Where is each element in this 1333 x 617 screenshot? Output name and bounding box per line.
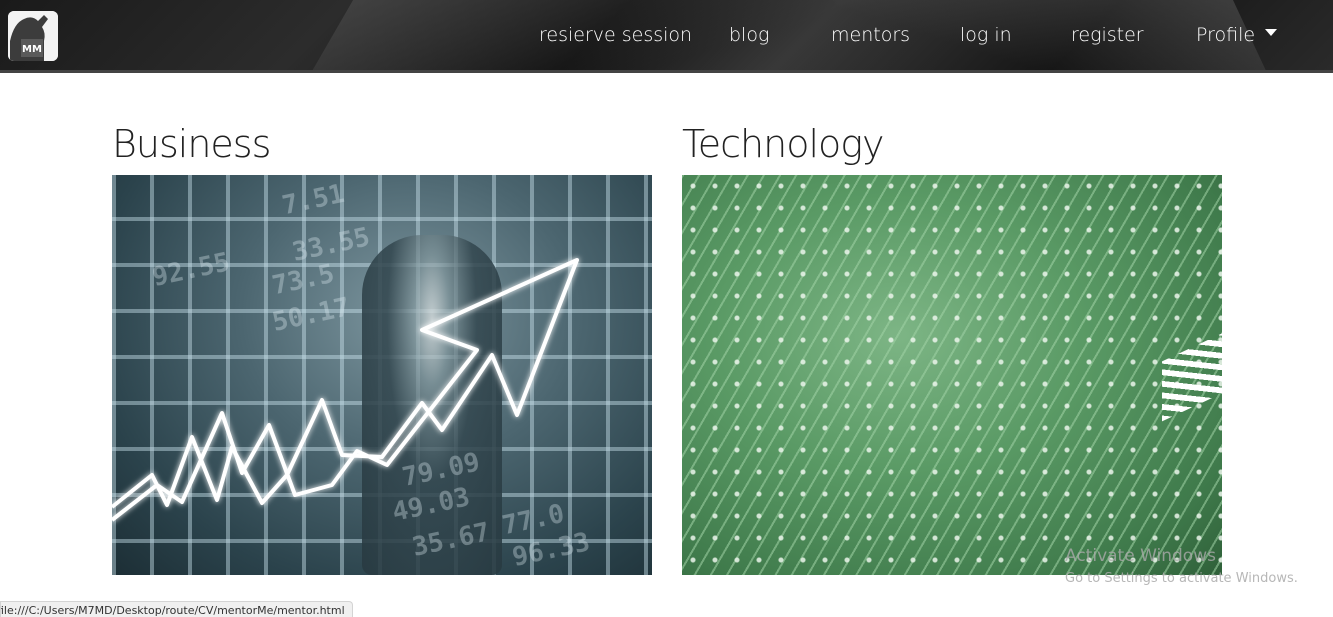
browser-status-bar: file:///C:/Users/M7MD/Desktop/route/CV/m… — [0, 601, 353, 617]
card-title-technology: Technology — [682, 122, 885, 166]
caret-down-icon — [1265, 29, 1278, 36]
nav-reserve-session[interactable]: resierve session — [539, 24, 692, 46]
brand-logo[interactable]: MM — [8, 11, 58, 61]
mentor-logo-icon: MM — [8, 11, 58, 61]
nav-register[interactable]: register — [1071, 24, 1144, 46]
business-image[interactable]: 7.51 33.55 92.55 73.5 50.17 79.09 49.03 … — [112, 175, 652, 575]
technology-image[interactable] — [682, 175, 1222, 575]
nav-mentors[interactable]: mentors — [831, 24, 910, 46]
activate-windows-subtitle: Go to Settings to activate Windows. — [1065, 571, 1298, 586]
nav-profile-label: Profile — [1196, 24, 1256, 46]
nav-profile-dropdown[interactable]: Profile — [1196, 24, 1278, 46]
card-title-business: Business — [112, 122, 271, 166]
activate-windows-title: Activate Windows — [1065, 546, 1216, 566]
logo-text: MM — [22, 44, 42, 55]
top-navbar: MM resierve session blog mentors log in … — [0, 0, 1333, 73]
nav-log-in[interactable]: log in — [960, 24, 1012, 46]
nav-blog[interactable]: blog — [729, 24, 769, 46]
growth-arrow-icon — [112, 258, 579, 522]
